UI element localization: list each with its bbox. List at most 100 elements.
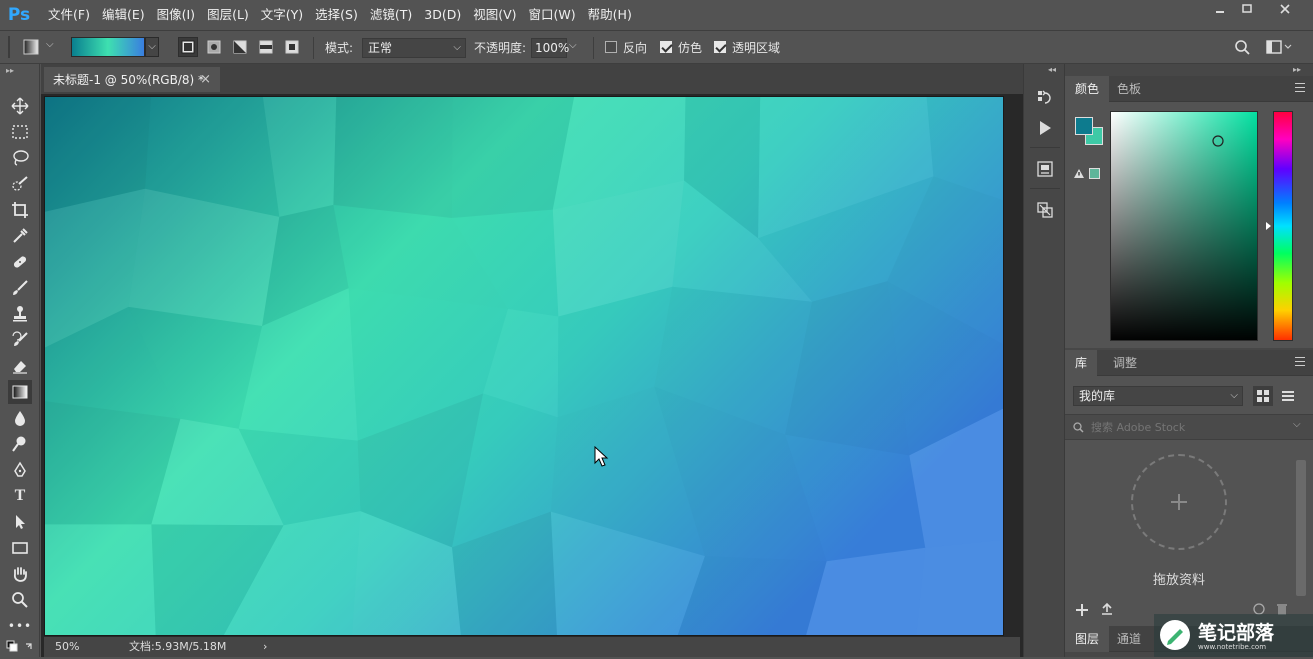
dodge-tool[interactable] xyxy=(8,432,32,456)
actions-panel-button[interactable] xyxy=(1033,116,1057,140)
properties-panel-button[interactable] xyxy=(1033,157,1057,181)
pen-tool[interactable] xyxy=(8,458,32,482)
close-tab-icon[interactable]: × xyxy=(200,69,211,91)
menu-item-9[interactable]: 窗口(W) xyxy=(523,0,582,30)
tab-libraries[interactable]: 库 xyxy=(1065,350,1098,376)
healing-brush-tool[interactable] xyxy=(8,250,32,274)
document-tab[interactable]: 未标题-1 @ 50%(RGB/8) * × xyxy=(44,67,220,92)
quick-selection-tool[interactable] xyxy=(8,172,32,196)
mode-select[interactable]: 正常 ⌵ xyxy=(362,38,466,58)
move-tool[interactable] xyxy=(8,94,32,118)
menu-item-1[interactable]: 编辑(E) xyxy=(96,0,151,30)
menu-item-8[interactable]: 视图(V) xyxy=(467,0,522,30)
tab-layers[interactable]: 图层 xyxy=(1065,626,1110,652)
gradient-canvas-image xyxy=(45,97,1003,635)
drop-target-circle[interactable] xyxy=(1131,454,1227,550)
tab-adjustments[interactable]: 调整 xyxy=(1103,350,1147,376)
collapse-panels-icon[interactable]: ▸▸ xyxy=(1293,65,1301,74)
dither-checkbox[interactable] xyxy=(660,41,672,53)
stock-search-input[interactable] xyxy=(1091,419,1281,436)
type-tool[interactable]: T xyxy=(8,484,32,508)
panel-menu-icon[interactable] xyxy=(1295,83,1305,93)
default-colors-icon xyxy=(6,640,32,652)
zoom-level[interactable]: 50% xyxy=(55,637,79,657)
gradient-tool[interactable] xyxy=(8,380,32,404)
close-window-button[interactable] xyxy=(1268,0,1302,18)
glyphs-panel-button[interactable] xyxy=(1033,198,1057,222)
rectangle-tool[interactable] xyxy=(8,536,32,560)
maximize-button[interactable] xyxy=(1232,0,1262,18)
eyedropper-tool[interactable] xyxy=(8,224,32,248)
crop-icon xyxy=(12,202,28,218)
opacity-input[interactable]: 100% xyxy=(531,38,569,58)
out-of-gamut-swatch[interactable] xyxy=(1089,168,1100,179)
path-selection-tool[interactable] xyxy=(8,510,32,534)
search-button[interactable] xyxy=(1234,39,1250,58)
opacity-slider-arrow[interactable]: ⌵ xyxy=(569,40,577,51)
hand-icon xyxy=(13,567,27,582)
menu-item-3[interactable]: 图层(L) xyxy=(201,0,255,30)
menu-item-0[interactable]: 文件(F) xyxy=(42,0,96,30)
gradient-dropdown-arrow[interactable]: ⌵ xyxy=(145,37,159,57)
angle-gradient-button[interactable] xyxy=(230,37,250,57)
foreground-color-swatch[interactable] xyxy=(1075,117,1093,135)
grid-view-button[interactable] xyxy=(1253,386,1273,406)
radial-gradient-button[interactable] xyxy=(204,37,224,57)
tools-panel: ▸▸ T ••• xyxy=(0,64,40,657)
hue-slider[interactable] xyxy=(1273,111,1293,341)
eraser-tool[interactable] xyxy=(8,354,32,378)
expand-dock-icon[interactable]: ◂◂ xyxy=(1048,65,1056,74)
history-panel-button[interactable] xyxy=(1033,86,1057,110)
menu-item-6[interactable]: 滤镜(T) xyxy=(364,0,418,30)
tab-channels[interactable]: 通道 xyxy=(1107,626,1151,652)
menu-item-5[interactable]: 选择(S) xyxy=(309,0,364,30)
transparency-checkbox[interactable] xyxy=(714,41,726,53)
blur-tool[interactable] xyxy=(8,406,32,430)
lasso-tool[interactable] xyxy=(8,146,32,170)
library-select-value: 我的库 xyxy=(1079,389,1116,403)
vertical-scroll-track[interactable] xyxy=(1005,96,1020,636)
history-brush-tool[interactable] xyxy=(8,328,32,352)
color-picker-field[interactable] xyxy=(1110,111,1258,341)
reverse-checkbox[interactable] xyxy=(605,41,617,53)
more-tools-button[interactable]: ••• xyxy=(8,614,32,638)
gradient-picker[interactable] xyxy=(71,37,145,57)
reverse-label: 反向 xyxy=(623,41,648,55)
toolbar-grip[interactable] xyxy=(8,36,10,58)
chevron-down-icon[interactable]: ⌵ xyxy=(46,39,54,50)
hue-slider-marker-icon[interactable] xyxy=(1265,222,1272,230)
reflected-gradient-button[interactable] xyxy=(256,37,276,57)
marquee-tool[interactable] xyxy=(8,120,32,144)
diamond-gradient-button[interactable] xyxy=(282,37,302,57)
zoom-tool[interactable] xyxy=(8,588,32,612)
diamond-gradient-icon xyxy=(285,40,299,54)
tab-color[interactable]: 颜色 xyxy=(1065,76,1110,102)
menu-item-10[interactable]: 帮助(H) xyxy=(582,0,638,30)
chevron-down-icon[interactable]: ⌵ xyxy=(1293,419,1301,430)
workspace-switcher[interactable] xyxy=(1266,39,1292,58)
linear-gradient-button[interactable] xyxy=(178,37,198,57)
tab-swatches[interactable]: 色板 xyxy=(1107,76,1151,102)
divider xyxy=(1030,147,1060,148)
glyphs-icon xyxy=(1037,202,1053,218)
opacity-label: 不透明度: xyxy=(474,41,527,55)
hand-tool[interactable] xyxy=(8,562,32,586)
library-scrollbar[interactable] xyxy=(1296,460,1306,596)
clone-stamp-tool[interactable] xyxy=(8,302,32,326)
brush-tool[interactable] xyxy=(8,276,32,300)
status-menu-arrow[interactable]: › xyxy=(263,637,267,657)
panel-menu-icon[interactable] xyxy=(1295,357,1305,367)
menu-item-7[interactable]: 3D(D) xyxy=(418,0,467,30)
collapse-toolbar-icon[interactable]: ▸▸ xyxy=(6,66,14,75)
crop-tool[interactable] xyxy=(8,198,32,222)
list-view-button[interactable] xyxy=(1278,386,1298,406)
menu-item-2[interactable]: 图像(I) xyxy=(151,0,201,30)
document-canvas[interactable] xyxy=(44,96,1004,636)
tool-preset-picker[interactable] xyxy=(22,38,42,56)
menu-item-4[interactable]: 文字(Y) xyxy=(255,0,309,30)
quick-selection-icon xyxy=(12,176,28,191)
stock-search-bar[interactable]: ⌵ xyxy=(1065,414,1313,440)
library-select[interactable]: 我的库 ⌵ xyxy=(1073,386,1243,406)
color-swatches-mini[interactable] xyxy=(6,640,36,659)
minimize-button[interactable] xyxy=(1205,0,1235,18)
